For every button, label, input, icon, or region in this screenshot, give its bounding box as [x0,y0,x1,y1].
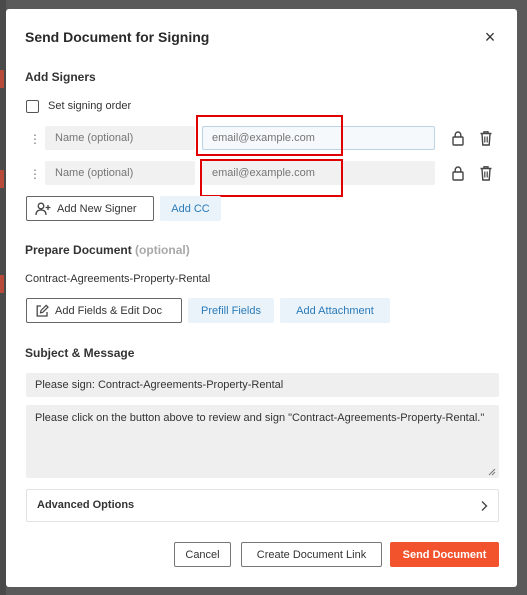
advanced-options-toggle[interactable]: Advanced Options [26,489,499,522]
lock-icon[interactable] [451,130,465,146]
cancel-button[interactable]: Cancel [174,542,231,567]
chevron-right-icon [481,501,488,511]
signing-order-label: Set signing order [48,100,132,112]
backdrop-fragment [0,170,4,188]
drag-handle-icon[interactable]: ⋮⋮ [29,132,52,146]
create-document-link-button[interactable]: Create Document Link [241,542,382,567]
highlight-box [196,115,343,156]
trash-icon[interactable] [479,165,493,181]
modal-title: Send Document for Signing [25,29,210,45]
add-new-signer-label: Add New Signer [57,202,137,215]
add-new-signer-button[interactable]: Add New Signer [26,196,154,221]
signer-name-input[interactable] [45,161,195,185]
optional-tag: (optional) [135,243,190,257]
prepare-document-title: Prepare Document [25,243,132,257]
send-document-button[interactable]: Send Document [390,542,499,567]
backdrop-fragment [0,275,4,293]
subject-message-heading: Subject & Message [25,346,135,360]
backdrop-fragment [0,70,4,88]
message-text: Please click on the button above to revi… [35,412,485,424]
edit-icon [36,303,49,317]
message-textarea[interactable]: Please click on the button above to revi… [26,405,499,478]
add-attachment-button[interactable]: Add Attachment [280,298,390,323]
add-signers-heading: Add Signers [25,70,96,84]
trash-icon[interactable] [479,130,493,146]
lock-icon[interactable] [451,165,465,181]
advanced-options-label: Advanced Options [37,499,135,511]
send-document-modal: Send Document for Signing × Add Signers … [6,9,517,587]
add-fields-edit-doc-button[interactable]: Add Fields & Edit Doc [26,298,182,323]
prefill-fields-button[interactable]: Prefill Fields [188,298,274,323]
signer-name-input[interactable] [45,126,195,150]
highlight-box [200,159,343,197]
add-fields-label: Add Fields & Edit Doc [55,304,162,317]
add-user-icon [35,202,51,215]
add-cc-button[interactable]: Add CC [160,196,221,221]
drag-handle-icon[interactable]: ⋮⋮ [29,167,52,181]
subject-input[interactable]: Please sign: Contract-Agreements-Propert… [26,373,499,397]
resize-handle-icon[interactable] [488,468,496,476]
close-icon[interactable]: × [480,27,500,47]
prepare-document-heading: Prepare Document (optional) [25,243,190,257]
signing-order-checkbox[interactable] [26,100,39,113]
document-name: Contract-Agreements-Property-Rental [25,273,211,285]
